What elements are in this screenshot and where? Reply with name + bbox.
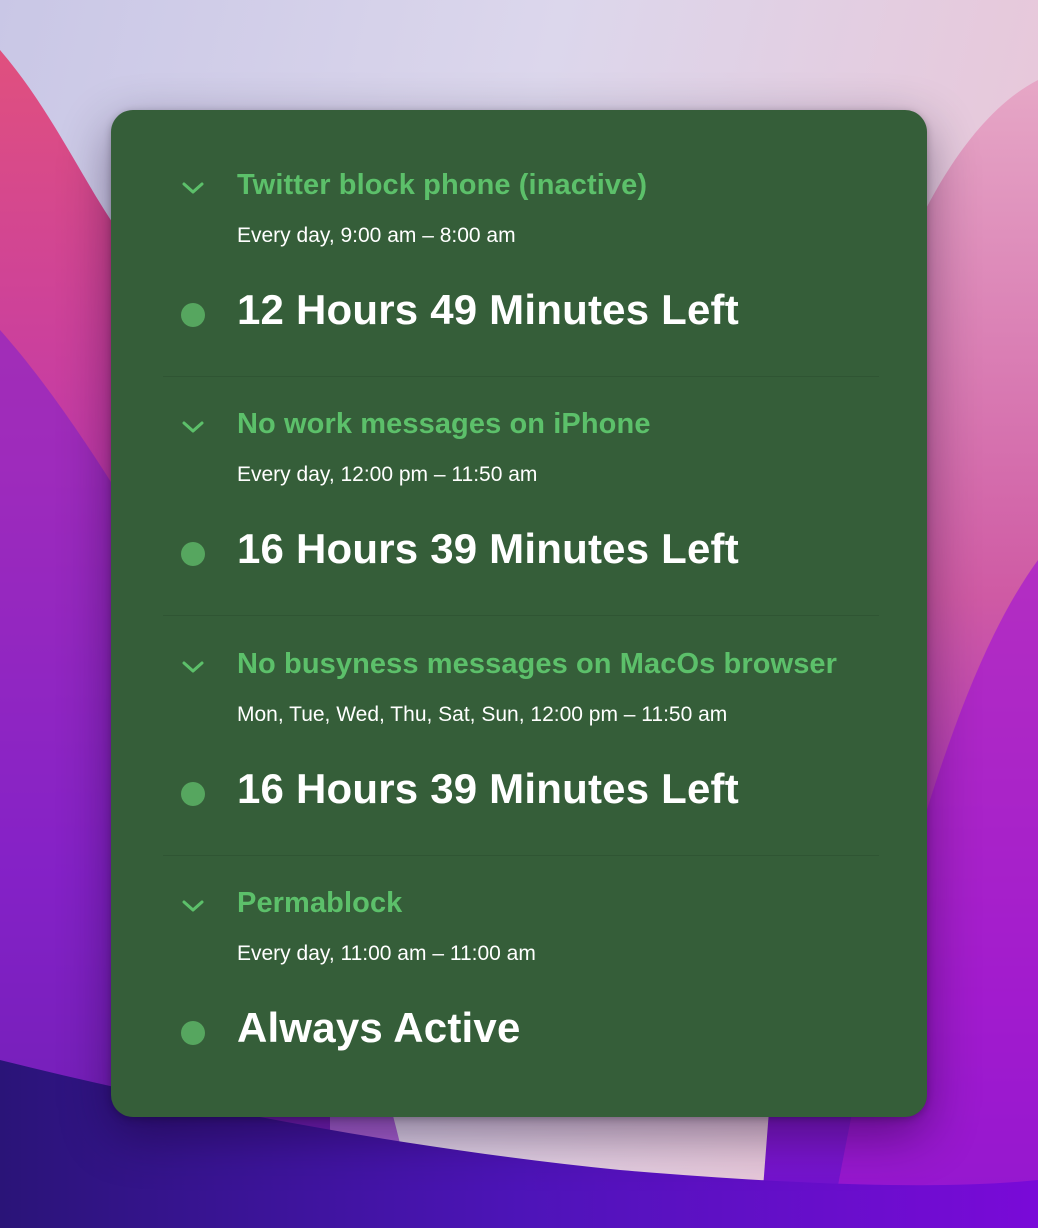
block-status: 16 Hours 39 Minutes Left [237,525,739,572]
status-dot [181,303,205,327]
block-schedule: Every day, 9:00 am – 8:00 am [237,224,516,247]
block-status: 12 Hours 49 Minutes Left [237,286,739,333]
chevron-down-icon[interactable] [181,659,205,675]
block-title[interactable]: No work messages on iPhone [237,408,651,441]
status-dot [181,542,205,566]
block-item: No work messages on iPhone Every day, 12… [111,349,927,589]
block-schedule: Every day, 12:00 pm – 11:50 am [237,463,538,486]
block-title[interactable]: Twitter block phone (inactive) [237,169,647,202]
block-item: Twitter block phone (inactive) Every day… [111,110,927,350]
block-status: Always Active [237,1004,521,1051]
block-schedule: Every day, 11:00 am – 11:00 am [237,942,536,965]
chevron-down-icon[interactable] [181,898,205,914]
block-item: No busyness messages on MacOs browser Mo… [111,589,927,829]
chevron-down-icon[interactable] [181,419,205,435]
block-schedule: Mon, Tue, Wed, Thu, Sat, Sun, 12:00 pm –… [237,703,728,726]
block-status: 16 Hours 39 Minutes Left [237,765,739,812]
status-dot [181,1021,205,1045]
blocks-panel: Twitter block phone (inactive) Every day… [111,110,927,1117]
block-title[interactable]: Permablock [237,887,402,920]
chevron-down-icon[interactable] [181,180,205,196]
block-title[interactable]: No busyness messages on MacOs browser [237,648,837,681]
status-dot [181,782,205,806]
block-item: Permablock Every day, 11:00 am – 11:00 a… [111,828,927,1068]
